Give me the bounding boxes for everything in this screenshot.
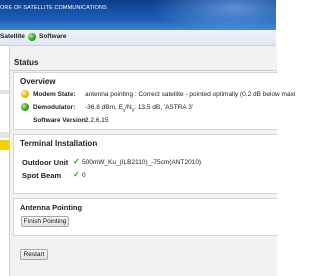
spot-beam-label: Spot Beam xyxy=(22,171,62,180)
sidebar-item[interactable] xyxy=(0,132,9,138)
outdoor-unit-value: 500mW_Ku_(ILB2110)_-75cm(ANT2010) xyxy=(82,159,202,166)
modem-state-value: antenna pointing : Correct satellite - p… xyxy=(85,91,296,98)
spot-beam-check-icon: ✓ xyxy=(73,170,80,179)
antenna-pointing-heading: Antenna Pointing xyxy=(20,203,83,212)
nav-item-satellite[interactable]: Satellite xyxy=(0,33,25,40)
sidebar xyxy=(0,46,9,276)
status-header: Status xyxy=(10,54,277,71)
sidebar-item-active[interactable] xyxy=(0,140,9,150)
software-status-icon xyxy=(28,33,36,41)
nav-item-software[interactable]: Software xyxy=(39,33,66,40)
overview-heading: Overview xyxy=(20,77,56,86)
demodulator-value: -36.8 dBm, Es/N0: 13.5 dB, 'ASTRA 3' xyxy=(85,104,194,113)
modem-state-label: Modem State: xyxy=(33,91,76,98)
outdoor-unit-check-icon: ✓ xyxy=(73,157,80,166)
app-title: ORE OF SATELLITE COMMUNICATIONS xyxy=(0,5,107,11)
modem-state-icon xyxy=(21,90,29,98)
terminal-installation-panel: Terminal Installation Outdoor Unit ✓ 500… xyxy=(13,134,278,194)
software-version-label: Software Version: xyxy=(33,117,88,124)
terminal-installation-heading: Terminal Installation xyxy=(20,139,98,148)
overview-panel: Overview Modem State: antenna pointing :… xyxy=(13,72,295,130)
outdoor-unit-label: Outdoor Unit xyxy=(22,158,69,167)
demodulator-icon xyxy=(21,103,29,111)
header-satellite-graphic xyxy=(150,0,276,34)
sidebar-item[interactable] xyxy=(0,90,9,94)
software-version-value: 2.2.6.15 xyxy=(85,117,109,124)
restart-button[interactable]: Restart xyxy=(20,249,48,260)
nav-bar: Satellite Software xyxy=(0,30,276,46)
main-content: Status Overview Modem State: antenna poi… xyxy=(9,46,295,276)
spot-beam-value: 0 xyxy=(82,172,86,179)
finish-pointing-button[interactable]: Finish Pointing xyxy=(21,216,69,227)
demodulator-label: Demodulator: xyxy=(33,104,76,111)
antenna-pointing-panel: Antenna Pointing Finish Pointing xyxy=(13,198,278,236)
status-heading: Status xyxy=(14,58,39,67)
